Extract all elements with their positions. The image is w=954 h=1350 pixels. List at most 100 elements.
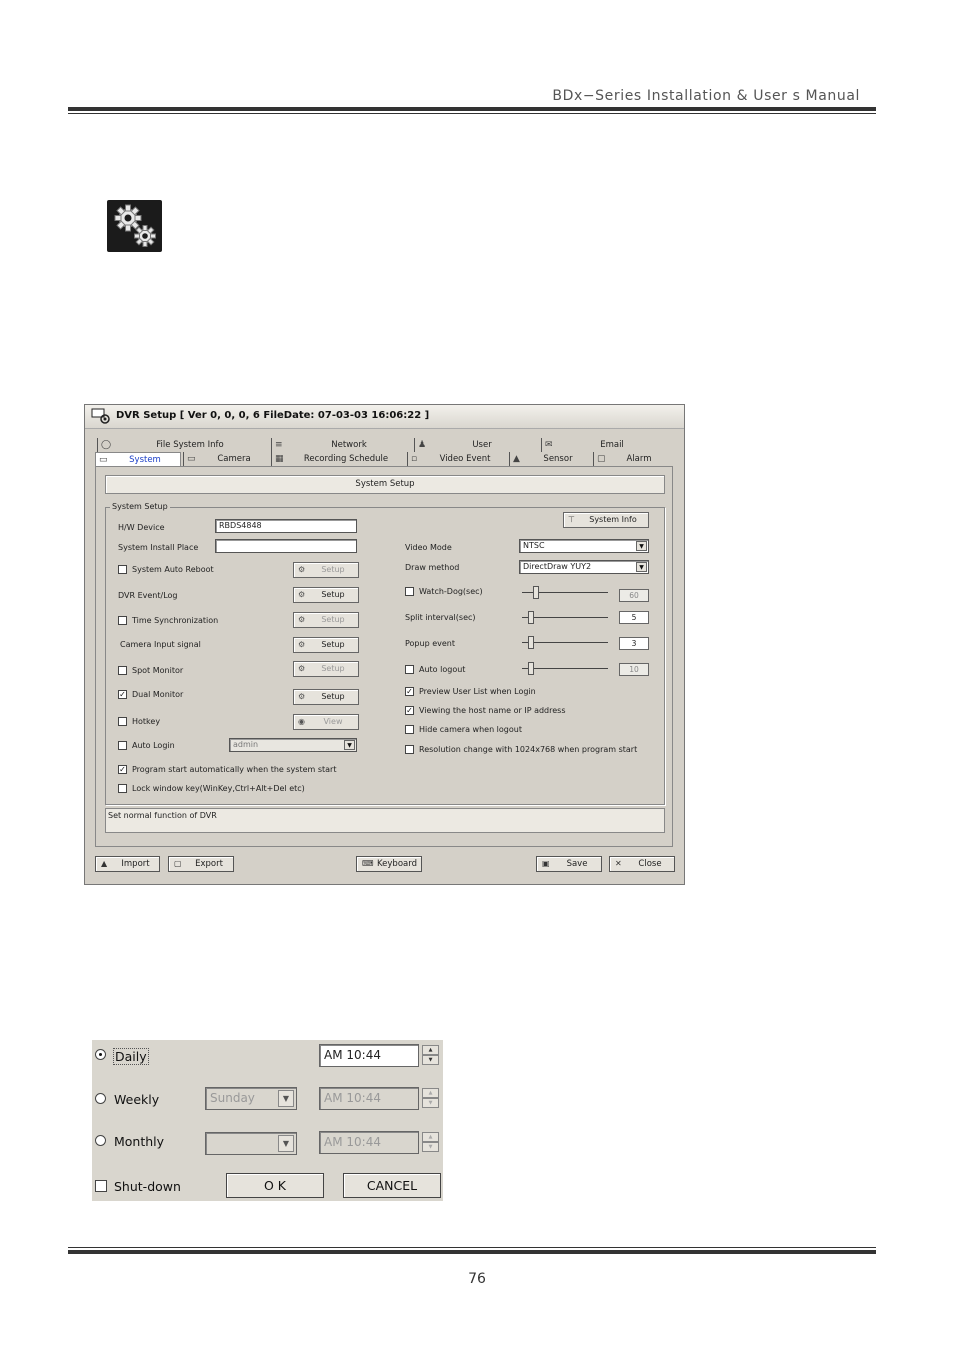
dropdown-arrow-icon: ▼ xyxy=(278,1135,294,1152)
auto-login-checkbox[interactable] xyxy=(118,741,127,750)
popup-event-slider[interactable] xyxy=(528,636,534,649)
weekly-label: Weekly xyxy=(114,1092,160,1107)
dropdown-arrow-icon: ▼ xyxy=(636,541,647,551)
section-title: System Setup xyxy=(105,475,665,494)
tab-system[interactable]: ▭ System xyxy=(95,452,181,466)
camera-icon: ▭ xyxy=(187,454,196,464)
hide-camera-checkbox[interactable] xyxy=(405,725,414,734)
weekly-day-select[interactable]: Sunday ▼ xyxy=(205,1087,297,1110)
video-mode-select[interactable]: NTSC ▼ xyxy=(519,539,649,553)
daily-radio[interactable] xyxy=(95,1049,106,1060)
program-start-checkbox[interactable]: ✓ xyxy=(118,765,127,774)
settings-gears-icon xyxy=(107,200,162,252)
system-info-button[interactable]: ⊤ System Info xyxy=(563,512,649,528)
tab-file-system-info[interactable]: ◯ File System Info xyxy=(97,438,269,452)
monthly-day-select[interactable]: ▼ xyxy=(205,1132,297,1155)
video-event-icon: ▫ xyxy=(411,454,418,464)
tab-email[interactable]: ✉ Email xyxy=(541,438,669,452)
split-interval-label: Split interval(sec) xyxy=(405,613,476,622)
keyboard-button[interactable]: ⌨ Keyboard xyxy=(356,856,422,872)
dropdown-arrow-icon: ▼ xyxy=(344,740,355,750)
watchdog-label: Watch-Dog(sec) xyxy=(419,587,483,596)
time-sync-label: Time Synchronization xyxy=(132,616,219,625)
shutdown-checkbox[interactable] xyxy=(95,1180,107,1192)
resolution-change-checkbox[interactable] xyxy=(405,745,414,754)
popup-event-label: Popup event xyxy=(405,639,455,648)
auto-reboot-checkbox[interactable] xyxy=(118,565,127,574)
export-button[interactable]: ▢ Export xyxy=(168,856,234,872)
weekly-time-spinner[interactable]: ▲ ▼ xyxy=(422,1088,439,1109)
auto-login-label: Auto Login xyxy=(132,741,175,750)
daily-label: Daily xyxy=(113,1048,149,1065)
viewing-host-label: Viewing the host name or IP address xyxy=(419,706,566,715)
install-place-field[interactable] xyxy=(215,539,357,553)
weekly-radio[interactable] xyxy=(95,1093,106,1104)
footer-rule xyxy=(68,1250,876,1254)
group-title: System Setup xyxy=(110,502,170,511)
daily-time-spinner[interactable]: ▲ ▼ xyxy=(422,1045,439,1066)
weekly-time-field[interactable]: AM 10:44 xyxy=(319,1087,419,1110)
cancel-button[interactable]: CANCEL xyxy=(343,1173,441,1198)
tab-camera[interactable]: ▭ Camera xyxy=(183,452,269,466)
monthly-time-spinner[interactable]: ▲ ▼ xyxy=(422,1132,439,1153)
preview-user-label: Preview User List when Login xyxy=(419,687,536,696)
time-sync-setup-button[interactable]: ⚙ Setup xyxy=(293,612,359,628)
monthly-time-field[interactable]: AM 10:44 xyxy=(319,1131,419,1154)
reboot-schedule-dialog: Daily AM 10:44 ▲ ▼ Weekly Sunday ▼ AM 10:4… xyxy=(92,1040,443,1201)
tab-alarm[interactable]: ▢ Alarm xyxy=(593,452,671,466)
hw-device-field[interactable]: RBDS4848 xyxy=(215,519,357,533)
tab-user[interactable]: ♟ User xyxy=(414,438,539,452)
dual-monitor-setup-button[interactable]: ⚙ Setup xyxy=(293,689,359,705)
spot-monitor-setup-button[interactable]: ⚙ Setup xyxy=(293,661,359,677)
close-button[interactable]: ✕ Close xyxy=(609,856,675,872)
preview-user-checkbox[interactable]: ✓ xyxy=(405,687,414,696)
popup-slider-track xyxy=(522,642,608,643)
viewing-host-checkbox[interactable]: ✓ xyxy=(405,706,414,715)
tab-recording-schedule[interactable]: ▦ Recording Schedule xyxy=(271,452,405,466)
tab-sensor[interactable]: ▲ Sensor xyxy=(509,452,591,466)
event-log-label: DVR Event/Log xyxy=(118,591,178,600)
popup-event-value: 3 xyxy=(619,637,649,650)
user-icon: ♟ xyxy=(418,440,427,450)
auto-logout-label: Auto logout xyxy=(419,665,466,674)
tab-video-event[interactable]: ▫ Video Event xyxy=(407,452,507,466)
draw-method-label: Draw method xyxy=(405,563,460,572)
time-sync-checkbox[interactable] xyxy=(118,616,127,625)
hw-device-label: H/W Device xyxy=(118,523,165,532)
auto-reboot-setup-button[interactable]: ⚙ Setup xyxy=(293,562,359,578)
dual-monitor-label: Dual Monitor xyxy=(132,690,184,699)
draw-method-select[interactable]: DirectDraw YUY2 ▼ xyxy=(519,560,649,574)
dual-monitor-checkbox[interactable]: ✓ xyxy=(118,690,127,699)
tab-network[interactable]: ≡ Network xyxy=(271,438,412,452)
hotkey-checkbox[interactable] xyxy=(118,717,127,726)
header-rule-thin xyxy=(68,113,876,114)
auto-logout-checkbox[interactable] xyxy=(405,665,414,674)
program-start-label: Program start automatically when the sys… xyxy=(132,765,337,774)
alarm-icon: ▢ xyxy=(597,454,606,464)
system-panel: System Setup System Setup H/W Device RBD… xyxy=(95,466,673,847)
split-interval-slider[interactable] xyxy=(528,611,534,624)
system-icon: ▭ xyxy=(99,455,108,465)
footer-rule-thin xyxy=(68,1247,876,1248)
monthly-radio[interactable] xyxy=(95,1135,106,1146)
hotkey-view-button[interactable]: ◉ View xyxy=(293,714,359,730)
camera-input-label: Camera Input signal xyxy=(120,640,201,649)
watchdog-checkbox[interactable] xyxy=(405,587,414,596)
daily-time-field[interactable]: AM 10:44 xyxy=(319,1044,419,1067)
auto-login-user-select[interactable]: admin ▼ xyxy=(229,738,357,752)
watchdog-slider[interactable] xyxy=(533,586,539,599)
camera-input-setup-button[interactable]: ⚙ Setup xyxy=(293,637,359,653)
video-mode-label: Video Mode xyxy=(405,543,452,552)
status-description: Set normal function of DVR xyxy=(105,808,665,833)
lock-window-checkbox[interactable] xyxy=(118,784,127,793)
dropdown-arrow-icon: ▼ xyxy=(636,562,647,572)
spot-monitor-checkbox[interactable] xyxy=(118,666,127,675)
event-log-setup-button[interactable]: ⚙ Setup xyxy=(293,587,359,603)
save-icon: ▣ xyxy=(542,859,550,868)
ok-button[interactable]: O K xyxy=(226,1173,324,1198)
auto-logout-slider[interactable] xyxy=(528,662,534,675)
save-button[interactable]: ▣ Save xyxy=(536,856,602,872)
header-rule xyxy=(68,107,876,111)
import-button[interactable]: ▲ Import xyxy=(95,856,160,872)
monthly-label: Monthly xyxy=(114,1134,165,1149)
